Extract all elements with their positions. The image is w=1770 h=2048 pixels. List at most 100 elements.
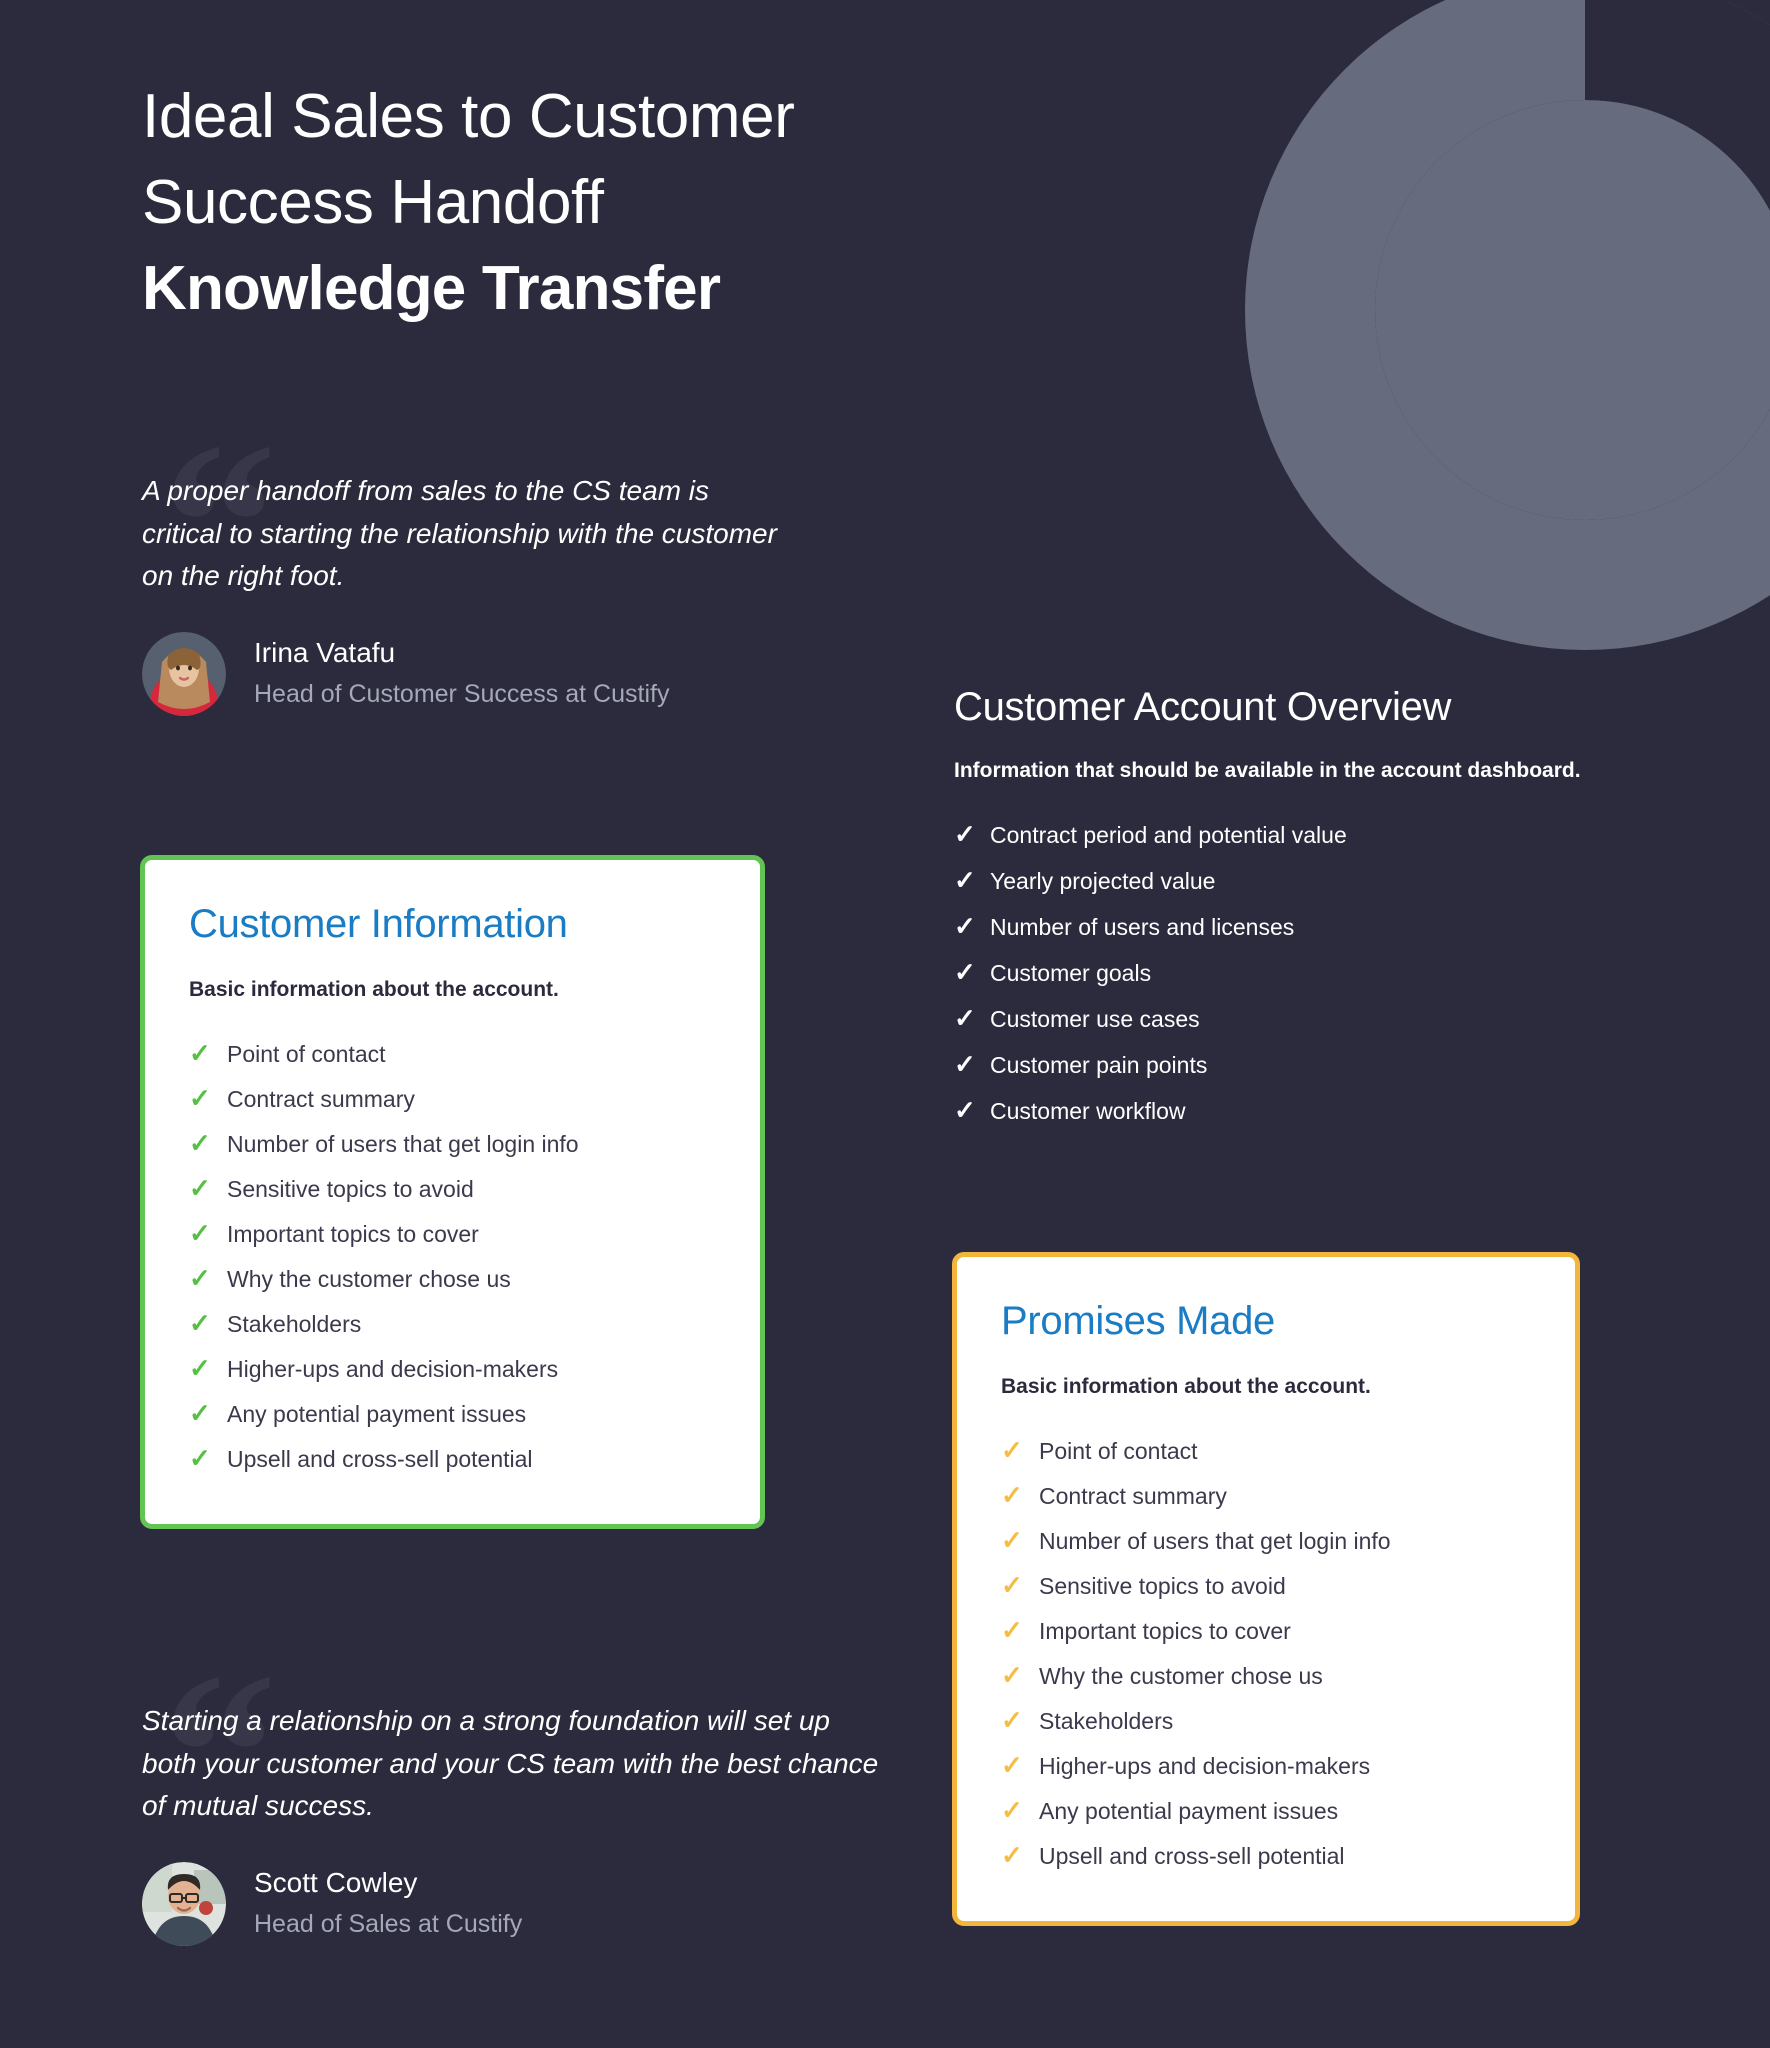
- section-title: Customer Account Overview: [954, 685, 1452, 729]
- promises-made-card: Promises Made Basic information about th…: [952, 1252, 1580, 1926]
- check-icon: ✓: [1001, 1614, 1023, 1645]
- list-item-label: Customer workflow: [990, 1098, 1186, 1124]
- list-item: ✓ Upsell and cross-sell potential: [1001, 1832, 1531, 1877]
- avatar: [142, 1861, 226, 1946]
- custify-logo-mark: [1235, 0, 1770, 660]
- list-item-label: Upsell and cross-sell potential: [227, 1445, 533, 1472]
- check-icon: ✓: [1001, 1659, 1023, 1690]
- list-item-label: Number of users and licenses: [990, 914, 1295, 940]
- list-item: ✓ Number of users and licenses: [954, 903, 1614, 949]
- customer-information-card: Customer Information Basic information a…: [140, 855, 765, 1529]
- list-item: ✓ Customer use cases: [954, 995, 1614, 1041]
- check-icon: ✓: [954, 819, 976, 849]
- list-item: ✓ Contract summary: [189, 1075, 716, 1120]
- list-item-label: Why the customer chose us: [227, 1265, 511, 1292]
- list-item: ✓ Point of contact: [189, 1030, 716, 1075]
- quote-author: Irina Vatafu Head of Customer Success at…: [142, 631, 902, 716]
- customer-account-overview-section: Customer Account Overview Information th…: [954, 683, 1614, 1133]
- list-item-label: Any potential payment issues: [1039, 1797, 1339, 1824]
- list-item-label: Number of users that get login info: [1039, 1527, 1391, 1554]
- list-item: ✓ Customer workflow: [954, 1087, 1614, 1133]
- check-icon: ✓: [189, 1127, 211, 1158]
- check-icon: ✓: [189, 1397, 211, 1428]
- check-icon: ✓: [1001, 1794, 1023, 1825]
- list-item-label: Important topics to cover: [227, 1220, 479, 1247]
- check-icon: ✓: [954, 1049, 976, 1079]
- list-item-label: Sensitive topics to avoid: [1039, 1572, 1286, 1599]
- check-icon: ✓: [189, 1307, 211, 1338]
- list-item-label: Point of contact: [227, 1040, 386, 1067]
- list-item: ✓ Number of users that get login info: [189, 1120, 716, 1165]
- list-item: ✓ Number of users that get login info: [1001, 1517, 1531, 1562]
- infographic-poster: Ideal Sales to Customer Success Handoff …: [0, 0, 1770, 2048]
- check-icon: ✓: [189, 1262, 211, 1293]
- customer-information-list: ✓ Point of contact ✓ Contract summary ✓ Num…: [189, 1030, 716, 1480]
- list-item: ✓ Higher-ups and decision-makers: [1001, 1742, 1531, 1787]
- page-title-line-3: Knowledge Transfer: [142, 254, 721, 324]
- list-item: ✓ Stakeholders: [189, 1300, 716, 1345]
- list-item: ✓ Point of contact: [1001, 1427, 1531, 1472]
- list-item-label: Customer pain points: [990, 1052, 1208, 1078]
- list-item: ✓ Why the customer chose us: [1001, 1652, 1531, 1697]
- list-item-label: Any potential payment issues: [227, 1400, 527, 1427]
- quote-text: Starting a relationship on a strong foun…: [142, 1705, 879, 1822]
- card-subtitle: Basic information about the account.: [189, 978, 559, 1001]
- list-item-label: Higher-ups and decision-makers: [227, 1355, 559, 1382]
- list-item-label: Why the customer chose us: [1039, 1662, 1323, 1689]
- list-item: ✓ Contract period and potential value: [954, 811, 1614, 857]
- author-meta: Irina Vatafu Head of Customer Success at…: [254, 635, 669, 712]
- page-title-line-2: Success Handoff: [142, 168, 604, 238]
- list-item: ✓ Higher-ups and decision-makers: [189, 1345, 716, 1390]
- list-item-label: Contract summary: [227, 1085, 415, 1112]
- check-icon: ✓: [1001, 1704, 1023, 1735]
- list-item-label: Point of contact: [1039, 1437, 1198, 1464]
- list-item-label: Higher-ups and decision-makers: [1039, 1752, 1371, 1779]
- list-item-label: Contract summary: [1039, 1482, 1227, 1509]
- list-item-label: Upsell and cross-sell potential: [1039, 1842, 1345, 1869]
- card-title: Promises Made: [1001, 1299, 1275, 1343]
- author-name: Scott Cowley: [254, 1867, 418, 1899]
- promises-made-list: ✓ Point of contact ✓ Contract summary ✓ Num…: [1001, 1427, 1531, 1877]
- list-item-label: Important topics to cover: [1039, 1617, 1291, 1644]
- check-icon: ✓: [954, 911, 976, 941]
- list-item: ✓ Sensitive topics to avoid: [189, 1165, 716, 1210]
- section-subtitle: Information that should be available in …: [954, 759, 1581, 782]
- quote-text: A proper handoff from sales to the CS te…: [142, 475, 777, 592]
- check-icon: ✓: [1001, 1479, 1023, 1510]
- list-item-label: Stakeholders: [1039, 1707, 1174, 1734]
- list-item-label: Sensitive topics to avoid: [227, 1175, 474, 1202]
- card-title: Customer Information: [189, 902, 568, 946]
- check-icon: ✓: [189, 1037, 211, 1068]
- list-item: ✓ Sensitive topics to avoid: [1001, 1562, 1531, 1607]
- check-icon: ✓: [954, 957, 976, 987]
- author-name: Irina Vatafu: [254, 637, 396, 669]
- list-item: ✓ Important topics to cover: [1001, 1607, 1531, 1652]
- list-item: ✓ Yearly projected value: [954, 857, 1614, 903]
- check-icon: ✓: [189, 1442, 211, 1473]
- list-item: ✓ Customer goals: [954, 949, 1614, 995]
- list-item-label: Yearly projected value: [990, 868, 1216, 894]
- card-subtitle: Basic information about the account.: [1001, 1375, 1371, 1398]
- list-item: ✓ Any potential payment issues: [1001, 1787, 1531, 1832]
- list-item-label: Customer use cases: [990, 1006, 1200, 1032]
- list-item: ✓ Stakeholders: [1001, 1697, 1531, 1742]
- poster-header: Ideal Sales to Customer Success Handoff …: [142, 74, 1042, 333]
- check-icon: ✓: [1001, 1524, 1023, 1555]
- quote-block-top: “ A proper handoff from sales to the CS …: [142, 408, 902, 716]
- quote-block-bottom: “ Starting a relationship on a strong fo…: [142, 1638, 902, 1946]
- author-meta: Scott Cowley Head of Sales at Custify: [254, 1865, 522, 1942]
- check-icon: ✓: [954, 1095, 976, 1125]
- list-item: ✓ Customer pain points: [954, 1041, 1614, 1087]
- list-item: ✓ Upsell and cross-sell potential: [189, 1435, 716, 1480]
- list-item-label: Number of users that get login info: [227, 1130, 579, 1157]
- list-item: ✓ Why the customer chose us: [189, 1255, 716, 1300]
- list-item: ✓ Important topics to cover: [189, 1210, 716, 1255]
- list-item-label: Customer goals: [990, 960, 1152, 986]
- page-title-line-1: Ideal Sales to Customer: [142, 82, 795, 151]
- author-role: Head of Customer Success at Custify: [254, 679, 670, 708]
- check-icon: ✓: [1001, 1434, 1023, 1465]
- check-icon: ✓: [189, 1352, 211, 1383]
- list-item: ✓ Contract summary: [1001, 1472, 1531, 1517]
- check-icon: ✓: [954, 1003, 976, 1033]
- check-icon: ✓: [1001, 1749, 1023, 1780]
